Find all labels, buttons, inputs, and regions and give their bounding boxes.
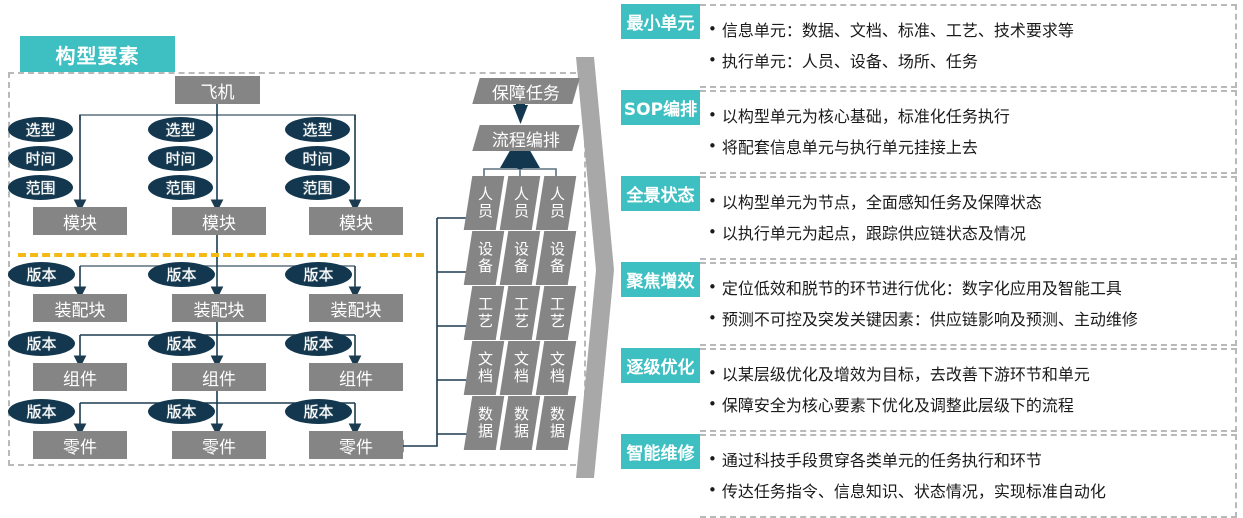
node-component-2[interactable]: 组件 xyxy=(172,363,266,391)
node-component-1[interactable]: 组件 xyxy=(33,363,127,391)
node-aircraft[interactable]: 飞机 xyxy=(175,76,260,104)
node-component-3[interactable]: 组件 xyxy=(309,363,403,391)
attr-time-1[interactable]: 时间 xyxy=(8,146,73,171)
attr-time-3[interactable]: 时间 xyxy=(285,146,350,171)
version-part-3[interactable]: 版本 xyxy=(285,399,352,424)
support-task-label: 保障任务 xyxy=(492,83,560,104)
node-module-3[interactable]: 模块 xyxy=(309,207,403,235)
node-part-3[interactable]: 零件 xyxy=(309,431,403,459)
process-orchestration-label: 流程编排 xyxy=(492,130,560,151)
attr-range-1[interactable]: 范围 xyxy=(8,175,73,200)
node-module-1[interactable]: 模块 xyxy=(33,207,127,235)
panel-title: 构型要素 xyxy=(20,36,175,72)
node-assembly-2[interactable]: 装配块 xyxy=(172,294,266,322)
attr-range-3[interactable]: 范围 xyxy=(285,175,350,200)
attr-range-2[interactable]: 范围 xyxy=(148,175,213,200)
node-assembly-1[interactable]: 装配块 xyxy=(33,294,127,322)
attr-selection-3[interactable]: 选型 xyxy=(285,117,350,142)
diagram-stage: 构型要素 飞机 选型 时间 范围 选型 时间 范围 选型 时间 范围 模块 模块… xyxy=(0,0,1243,518)
node-assembly-3[interactable]: 装配块 xyxy=(309,294,403,322)
phase-divider xyxy=(18,253,424,257)
version-component-2[interactable]: 版本 xyxy=(148,331,215,356)
attr-selection-2[interactable]: 选型 xyxy=(148,117,213,142)
node-part-2[interactable]: 零件 xyxy=(172,431,266,459)
node-support-task[interactable]: 保障任务 xyxy=(472,78,580,104)
version-assembly-2[interactable]: 版本 xyxy=(148,262,215,287)
version-part-1[interactable]: 版本 xyxy=(8,399,75,424)
attr-selection-1[interactable]: 选型 xyxy=(8,117,73,142)
version-component-1[interactable]: 版本 xyxy=(8,331,75,356)
node-process-orchestration[interactable]: 流程编排 xyxy=(472,125,580,151)
version-assembly-3[interactable]: 版本 xyxy=(285,262,352,287)
attr-time-2[interactable]: 时间 xyxy=(148,146,213,171)
node-part-1[interactable]: 零件 xyxy=(33,431,127,459)
version-component-3[interactable]: 版本 xyxy=(285,331,352,356)
version-part-2[interactable]: 版本 xyxy=(148,399,215,424)
node-module-2[interactable]: 模块 xyxy=(172,207,266,235)
version-assembly-1[interactable]: 版本 xyxy=(8,262,75,287)
